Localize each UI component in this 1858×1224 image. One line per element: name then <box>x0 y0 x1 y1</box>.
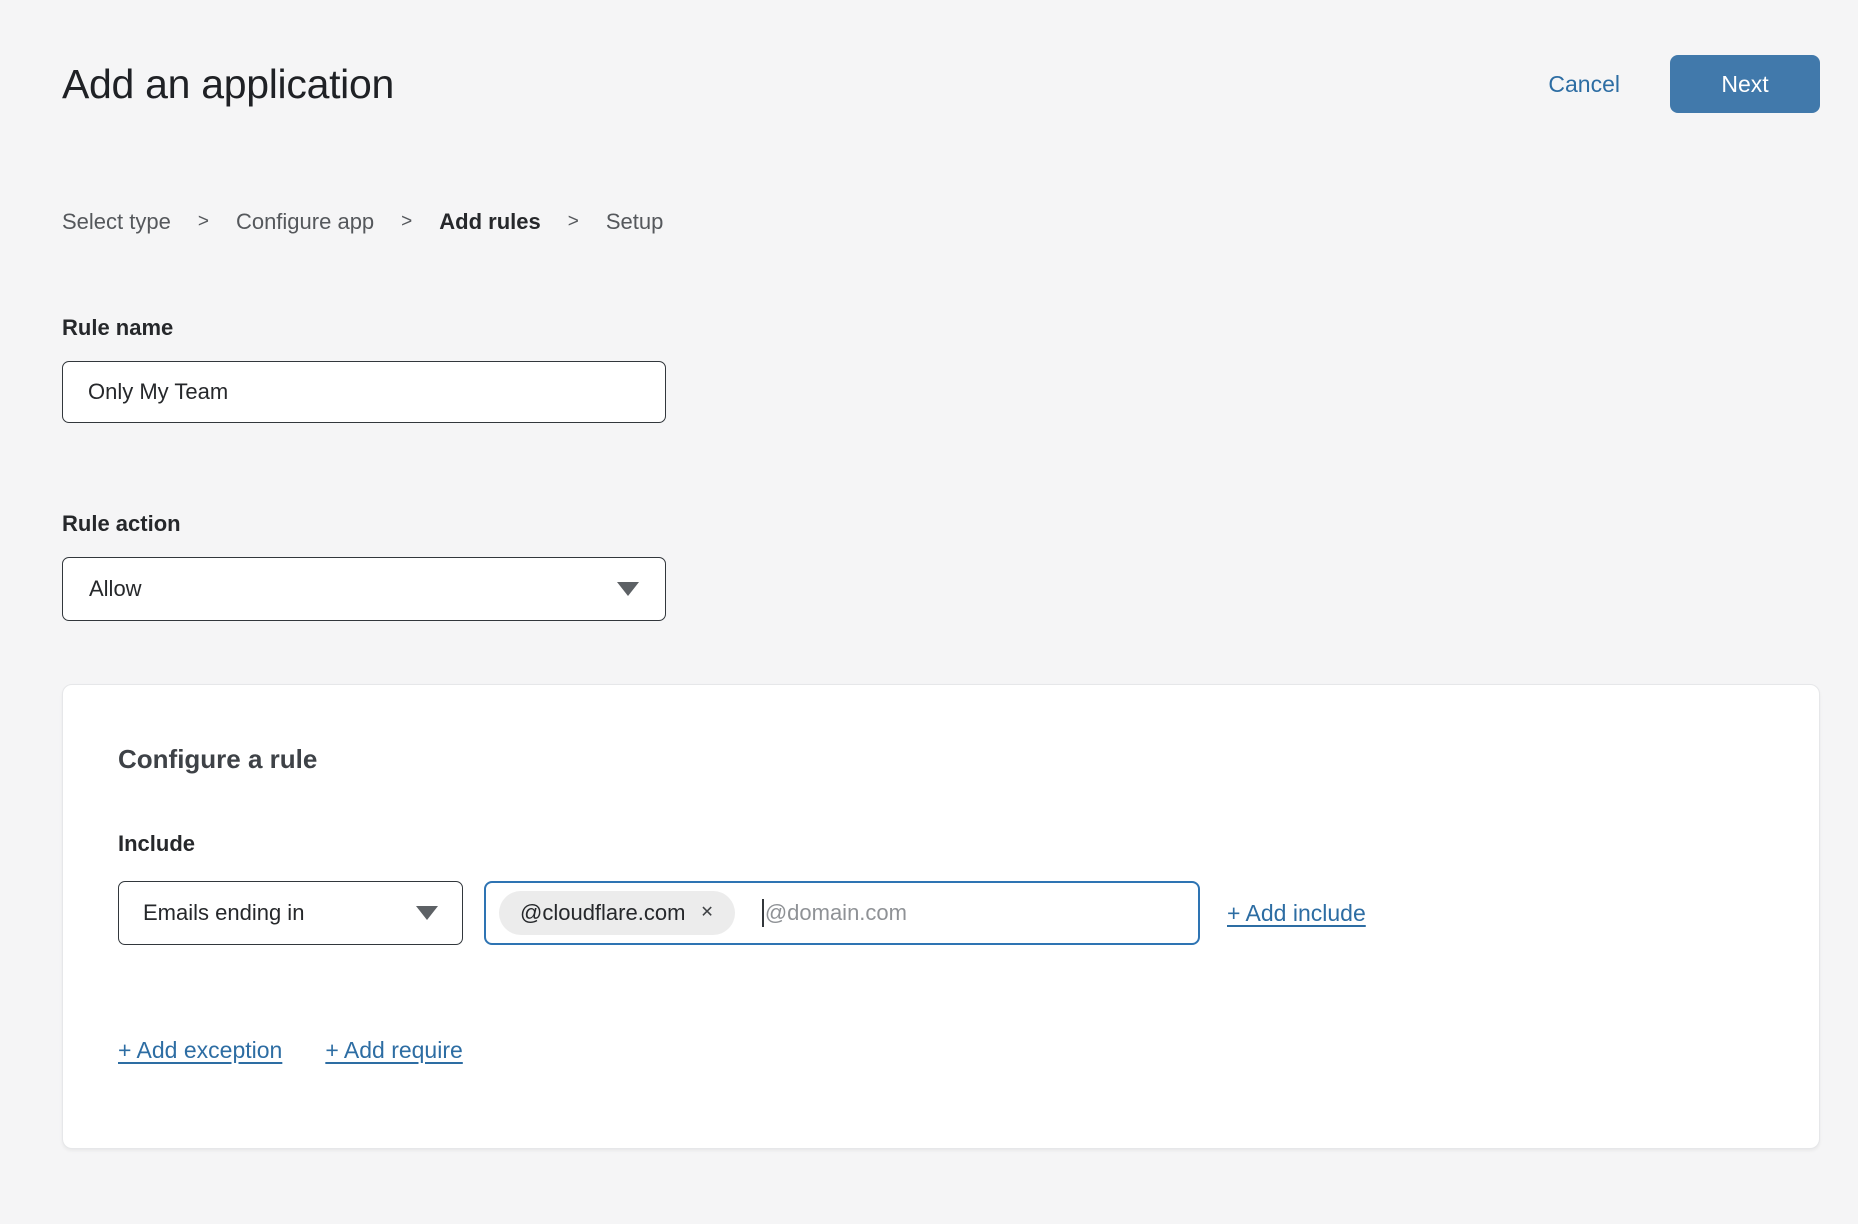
breadcrumb-separator: > <box>568 209 579 235</box>
breadcrumb-separator: > <box>198 209 209 235</box>
breadcrumb-step-setup[interactable]: Setup <box>606 209 664 235</box>
add-include-link[interactable]: + Add include <box>1227 900 1366 927</box>
email-domain-tag-label: @cloudflare.com <box>520 900 685 926</box>
text-cursor <box>762 899 764 927</box>
next-button[interactable]: Next <box>1670 55 1820 113</box>
rule-name-input[interactable] <box>62 361 666 423</box>
breadcrumb-step-configure-app[interactable]: Configure app <box>236 209 374 235</box>
email-domains-input[interactable]: @cloudflare.com ✕ @domain.com <box>484 881 1200 945</box>
add-require-link[interactable]: + Add require <box>325 1037 462 1064</box>
rule-name-section: Rule name <box>62 315 1820 423</box>
rule-action-section: Rule action Allow <box>62 511 1820 621</box>
configure-rule-card: Configure a rule Include Emails ending i… <box>62 684 1820 1149</box>
page-header: Add an application Cancel Next <box>62 55 1820 113</box>
chevron-down-icon <box>617 582 639 596</box>
email-input-placeholder: @domain.com <box>765 900 907 926</box>
rule-action-label: Rule action <box>62 511 1820 537</box>
configure-rule-title: Configure a rule <box>118 743 1764 775</box>
include-type-select[interactable]: Emails ending in <box>118 881 463 945</box>
add-application-page: Add an application Cancel Next Select ty… <box>0 0 1858 1149</box>
remove-tag-icon[interactable]: ✕ <box>700 905 713 921</box>
include-label: Include <box>118 831 1764 857</box>
breadcrumb-step-select-type[interactable]: Select type <box>62 209 171 235</box>
rule-action-select[interactable]: Allow <box>62 557 666 621</box>
rule-extra-links: + Add exception + Add require <box>118 1037 1764 1064</box>
breadcrumb-step-add-rules[interactable]: Add rules <box>439 209 540 235</box>
email-domain-tag: @cloudflare.com ✕ <box>499 891 735 935</box>
include-rule-row: Emails ending in @cloudflare.com ✕ @doma… <box>118 881 1764 945</box>
chevron-down-icon <box>416 906 438 920</box>
rule-action-selected-value: Allow <box>89 576 142 602</box>
cancel-button[interactable]: Cancel <box>1548 71 1620 98</box>
breadcrumb-separator: > <box>401 209 412 235</box>
rule-name-label: Rule name <box>62 315 1820 341</box>
page-title: Add an application <box>62 55 394 113</box>
header-actions: Cancel Next <box>1548 55 1820 113</box>
add-exception-link[interactable]: + Add exception <box>118 1037 282 1064</box>
wizard-breadcrumb: Select type > Configure app > Add rules … <box>62 209 1820 235</box>
include-type-selected-value: Emails ending in <box>143 900 304 926</box>
